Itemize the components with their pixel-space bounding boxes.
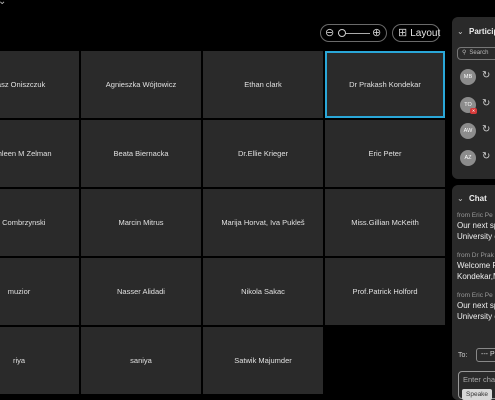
- participant-tile-name: Nasser Alidadi: [117, 287, 165, 296]
- participant-tile-name: Miss.Gillian McKeith: [351, 218, 419, 227]
- participant-tile-name: Satwik Majumder: [234, 356, 292, 365]
- participant-row[interactable]: TO ✕ ↻: [460, 97, 495, 114]
- chat-message-sender: from Dr Prak: [457, 252, 494, 259]
- participant-tile[interactable]: Prof.Patrick Holford: [325, 258, 445, 325]
- participant-tile[interactable]: Satwik Majumder: [203, 327, 323, 394]
- connection-icon[interactable]: ↻: [482, 124, 490, 135]
- chat-message: from Eric Pe Our next sp University o: [457, 292, 495, 321]
- participant-tile[interactable]: iej Combrzynski: [0, 189, 79, 256]
- participant-tile[interactable]: Nasser Alidadi: [81, 258, 201, 325]
- participant-tile[interactable]: Agnieszka Wójtowicz: [81, 51, 201, 118]
- participant-tile[interactable]: Marija Horvat, Iva Pukleš: [203, 189, 323, 256]
- layout-label: Layout: [410, 28, 441, 39]
- participant-tile-name: iej Combrzynski: [0, 218, 46, 227]
- participant-tile-name: Ethan clark: [244, 80, 282, 89]
- participant-tile[interactable]: Nikola Sakac: [203, 258, 323, 325]
- participant-tile-name: saniya: [130, 356, 152, 365]
- layout-button[interactable]: ⊞ Layout: [392, 24, 440, 42]
- chat-message: from Dr Prak Welcome R Kondekar,M: [457, 252, 495, 281]
- chat-message-text: Kondekar,M: [457, 272, 495, 281]
- connection-icon[interactable]: ↻: [482, 151, 490, 162]
- participant-tile[interactable]: Ethan clark: [203, 51, 323, 118]
- participant-tile-name: Nikola Sakac: [241, 287, 285, 296]
- participants-panel: ⌄ Particip ⚲Search MB ↻ TO✕ ↻ AW ↻ AZ ↻: [452, 17, 495, 179]
- participant-row[interactable]: AZ ↻: [460, 150, 495, 166]
- empty-tile: [325, 327, 445, 394]
- participant-tile-name: riya: [12, 356, 26, 365]
- video-stage: ⌄ ⊖ ⊕ ⊞Layout nasz Oniszczuk Agnieszka Wó…: [0, 0, 450, 400]
- chevron-down-icon[interactable]: ⌄: [457, 194, 464, 203]
- participants-title: Particip: [469, 27, 495, 36]
- avatar-initials: AW: [463, 128, 473, 134]
- avatar-initials: MB: [463, 74, 473, 80]
- chat-recipient-select[interactable]: --- P: [476, 348, 495, 362]
- search-placeholder: Search: [469, 50, 489, 56]
- chat-message-sender: from Eric Pe: [457, 212, 493, 219]
- avatar: MB: [460, 69, 476, 85]
- chat-message-text: Welcome R: [457, 261, 495, 270]
- video-grid: nasz Oniszczuk Agnieszka Wójtowicz Ethan c…: [0, 51, 450, 400]
- avatar: AW: [460, 123, 476, 139]
- participant-tile[interactable]: riya: [0, 327, 79, 394]
- chat-title: Chat: [469, 194, 487, 203]
- right-sidebar: ⌄ Particip ⚲Search MB ↻ TO✕ ↻ AW ↻ AZ ↻ ⌄ Chat …: [450, 0, 495, 400]
- participant-tile[interactable]: Beata Biernacka: [81, 120, 201, 187]
- participant-tile[interactable]: Marcin Mitrus: [81, 189, 201, 256]
- participant-tile-name: Prof.Patrick Holford: [352, 287, 418, 296]
- participant-tile[interactable]: Eric Peter: [325, 120, 445, 187]
- participant-tile-name: muzior: [7, 287, 31, 296]
- participant-row[interactable]: AW ↻: [460, 123, 495, 139]
- participant-tile-name: Eric Peter: [368, 149, 402, 158]
- participant-tile[interactable]: Dr.Ellie Krieger: [203, 120, 323, 187]
- participant-tile[interactable]: Miss.Gillian McKeith: [325, 189, 445, 256]
- participant-tile-name: nasz Oniszczuk: [0, 80, 46, 89]
- participant-tile-name: Marcin Mitrus: [118, 218, 164, 227]
- chevron-icon[interactable]: ⌄: [0, 0, 6, 7]
- chat-message-text: University o: [457, 312, 495, 321]
- participants-search-input[interactable]: ⚲ Search: [457, 47, 495, 60]
- zoom-in-icon[interactable]: ⊕: [372, 26, 381, 40]
- participant-tile-name: Dr Prakash Kondekar: [349, 80, 421, 89]
- connection-icon[interactable]: ↻: [482, 70, 490, 81]
- participant-tile[interactable]: nasz Oniszczuk: [0, 51, 79, 118]
- participant-tile[interactable]: muzior: [0, 258, 79, 325]
- muted-icon: ✕: [470, 108, 477, 114]
- chat-message-text: University o: [457, 232, 495, 241]
- search-icon: ⚲: [462, 50, 467, 56]
- zoom-control[interactable]: ⊖ ⊕: [320, 24, 387, 42]
- participant-tile[interactable]: saniya: [81, 327, 201, 394]
- zoom-slider-knob[interactable]: [338, 29, 346, 37]
- avatar: TO ✕: [460, 97, 477, 114]
- participant-row[interactable]: MB ↻: [460, 69, 495, 85]
- connection-icon[interactable]: ↻: [482, 98, 490, 109]
- avatar-initials: AZ: [464, 155, 472, 161]
- chat-message-text: Our next sp: [457, 221, 495, 230]
- participant-tile-name: Dr.Ellie Krieger: [237, 149, 289, 158]
- participant-tile-name: Kathleen M Zelman: [0, 149, 52, 158]
- chat-panel: ⌄ Chat from Eric Pe Our next sp University…: [452, 185, 495, 400]
- participant-tile-name: Agnieszka Wójtowicz: [105, 80, 177, 89]
- chevron-down-icon[interactable]: ⌄: [457, 27, 464, 36]
- avatar: AZ: [460, 150, 476, 166]
- zoom-out-icon[interactable]: ⊖: [325, 26, 334, 40]
- participant-tile-name: Beata Biernacka: [113, 149, 169, 158]
- participant-tile[interactable]: Dr Prakash Kondekar: [325, 51, 445, 118]
- chat-message: from Eric Pe Our next sp University o: [457, 212, 495, 241]
- chat-message-sender: from Eric Pe: [457, 292, 493, 299]
- chat-to-label: To:: [458, 352, 468, 359]
- layout-grid-icon: ⊞: [398, 27, 408, 39]
- chat-message-text: Our next sp: [457, 301, 495, 310]
- participant-tile[interactable]: Kathleen M Zelman: [0, 120, 79, 187]
- participant-tile-name: Marija Horvat, Iva Pukleš: [221, 218, 305, 227]
- speaker-chip[interactable]: Speake: [462, 389, 493, 400]
